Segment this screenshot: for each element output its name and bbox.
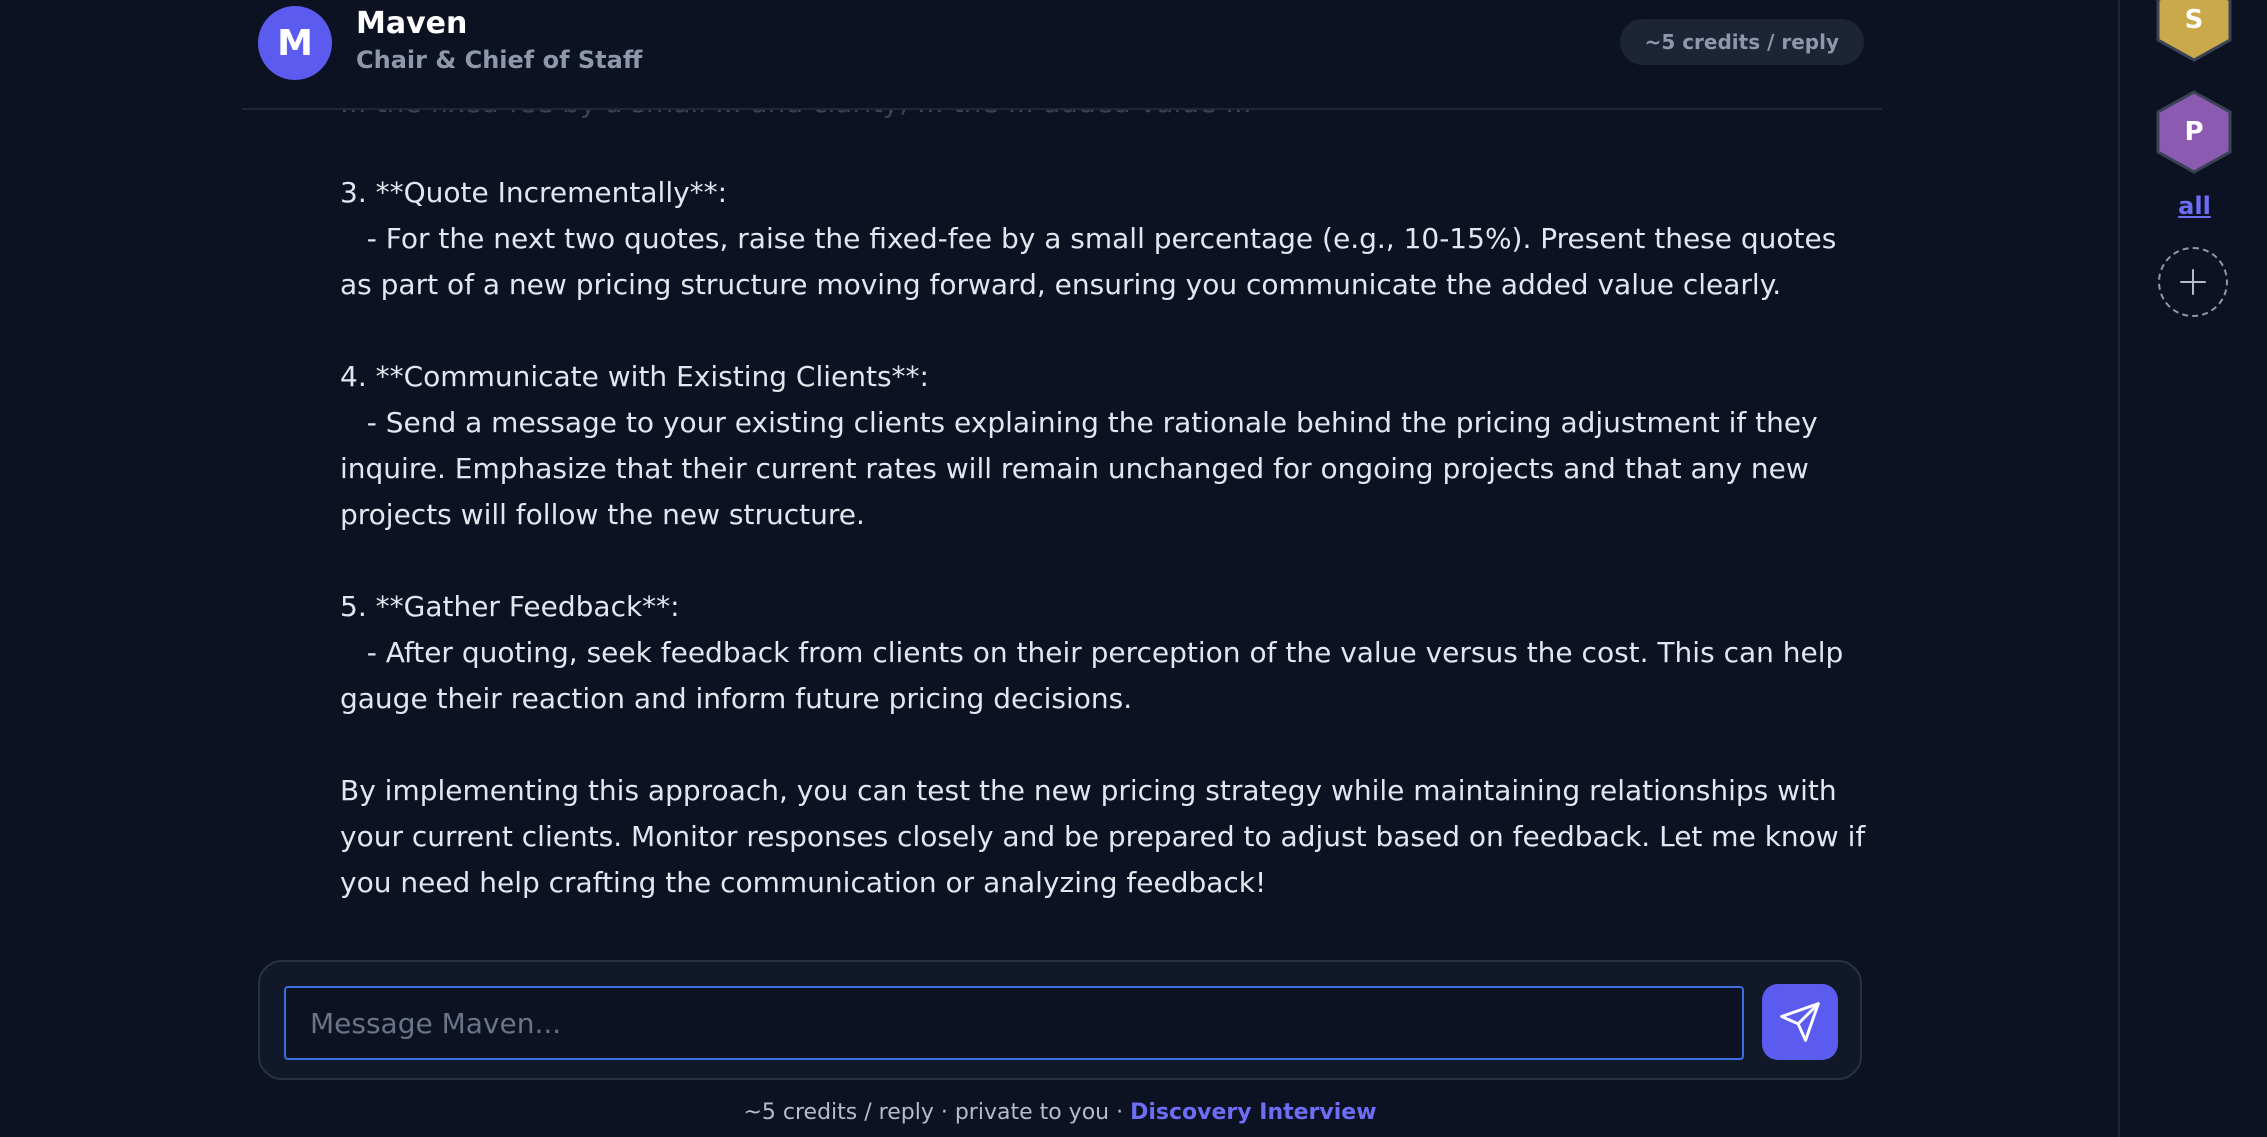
app-root: M Maven Chair & Chief of Staff ~5 credit… bbox=[0, 0, 2267, 1137]
paper-plane-icon bbox=[1780, 1002, 1820, 1042]
message-faded-line: ... the fixed-fee by a small ... and cla… bbox=[340, 108, 1252, 126]
credits-badge: ~5 credits / reply bbox=[1619, 19, 1864, 65]
right-rail: S P all bbox=[2118, 0, 2267, 1137]
plus-icon bbox=[2180, 269, 2206, 295]
rail-item-s[interactable]: S bbox=[2156, 0, 2232, 62]
rail-item-letter: P bbox=[2184, 117, 2204, 147]
agent-avatar: M bbox=[258, 6, 332, 80]
footer-note-text: ~5 credits / reply · private to you · bbox=[743, 1100, 1131, 1125]
footer-note: ~5 credits / reply · private to you · Di… bbox=[0, 1100, 2120, 1125]
add-agent-button[interactable] bbox=[2158, 247, 2228, 317]
chat-header: M Maven Chair & Chief of Staff ~5 credit… bbox=[242, 0, 1882, 110]
agent-name: Maven bbox=[356, 6, 468, 41]
message-composer bbox=[258, 960, 1862, 1080]
rail-item-letter: S bbox=[2184, 5, 2204, 35]
chat-main: M Maven Chair & Chief of Staff ~5 credit… bbox=[0, 0, 2120, 1137]
message-list[interactable]: ... the fixed-fee by a small ... and cla… bbox=[340, 108, 1870, 948]
agent-role: Chair & Chief of Staff bbox=[356, 46, 643, 74]
assistant-message: 3. **Quote Incrementally**: - For the ne… bbox=[340, 176, 1866, 899]
message-input[interactable] bbox=[284, 986, 1744, 1060]
send-button[interactable] bbox=[1762, 984, 1838, 1060]
rail-all-link[interactable]: all bbox=[2120, 192, 2267, 220]
discovery-interview-link[interactable]: Discovery Interview bbox=[1130, 1100, 1376, 1125]
rail-item-p[interactable]: P bbox=[2156, 90, 2232, 174]
